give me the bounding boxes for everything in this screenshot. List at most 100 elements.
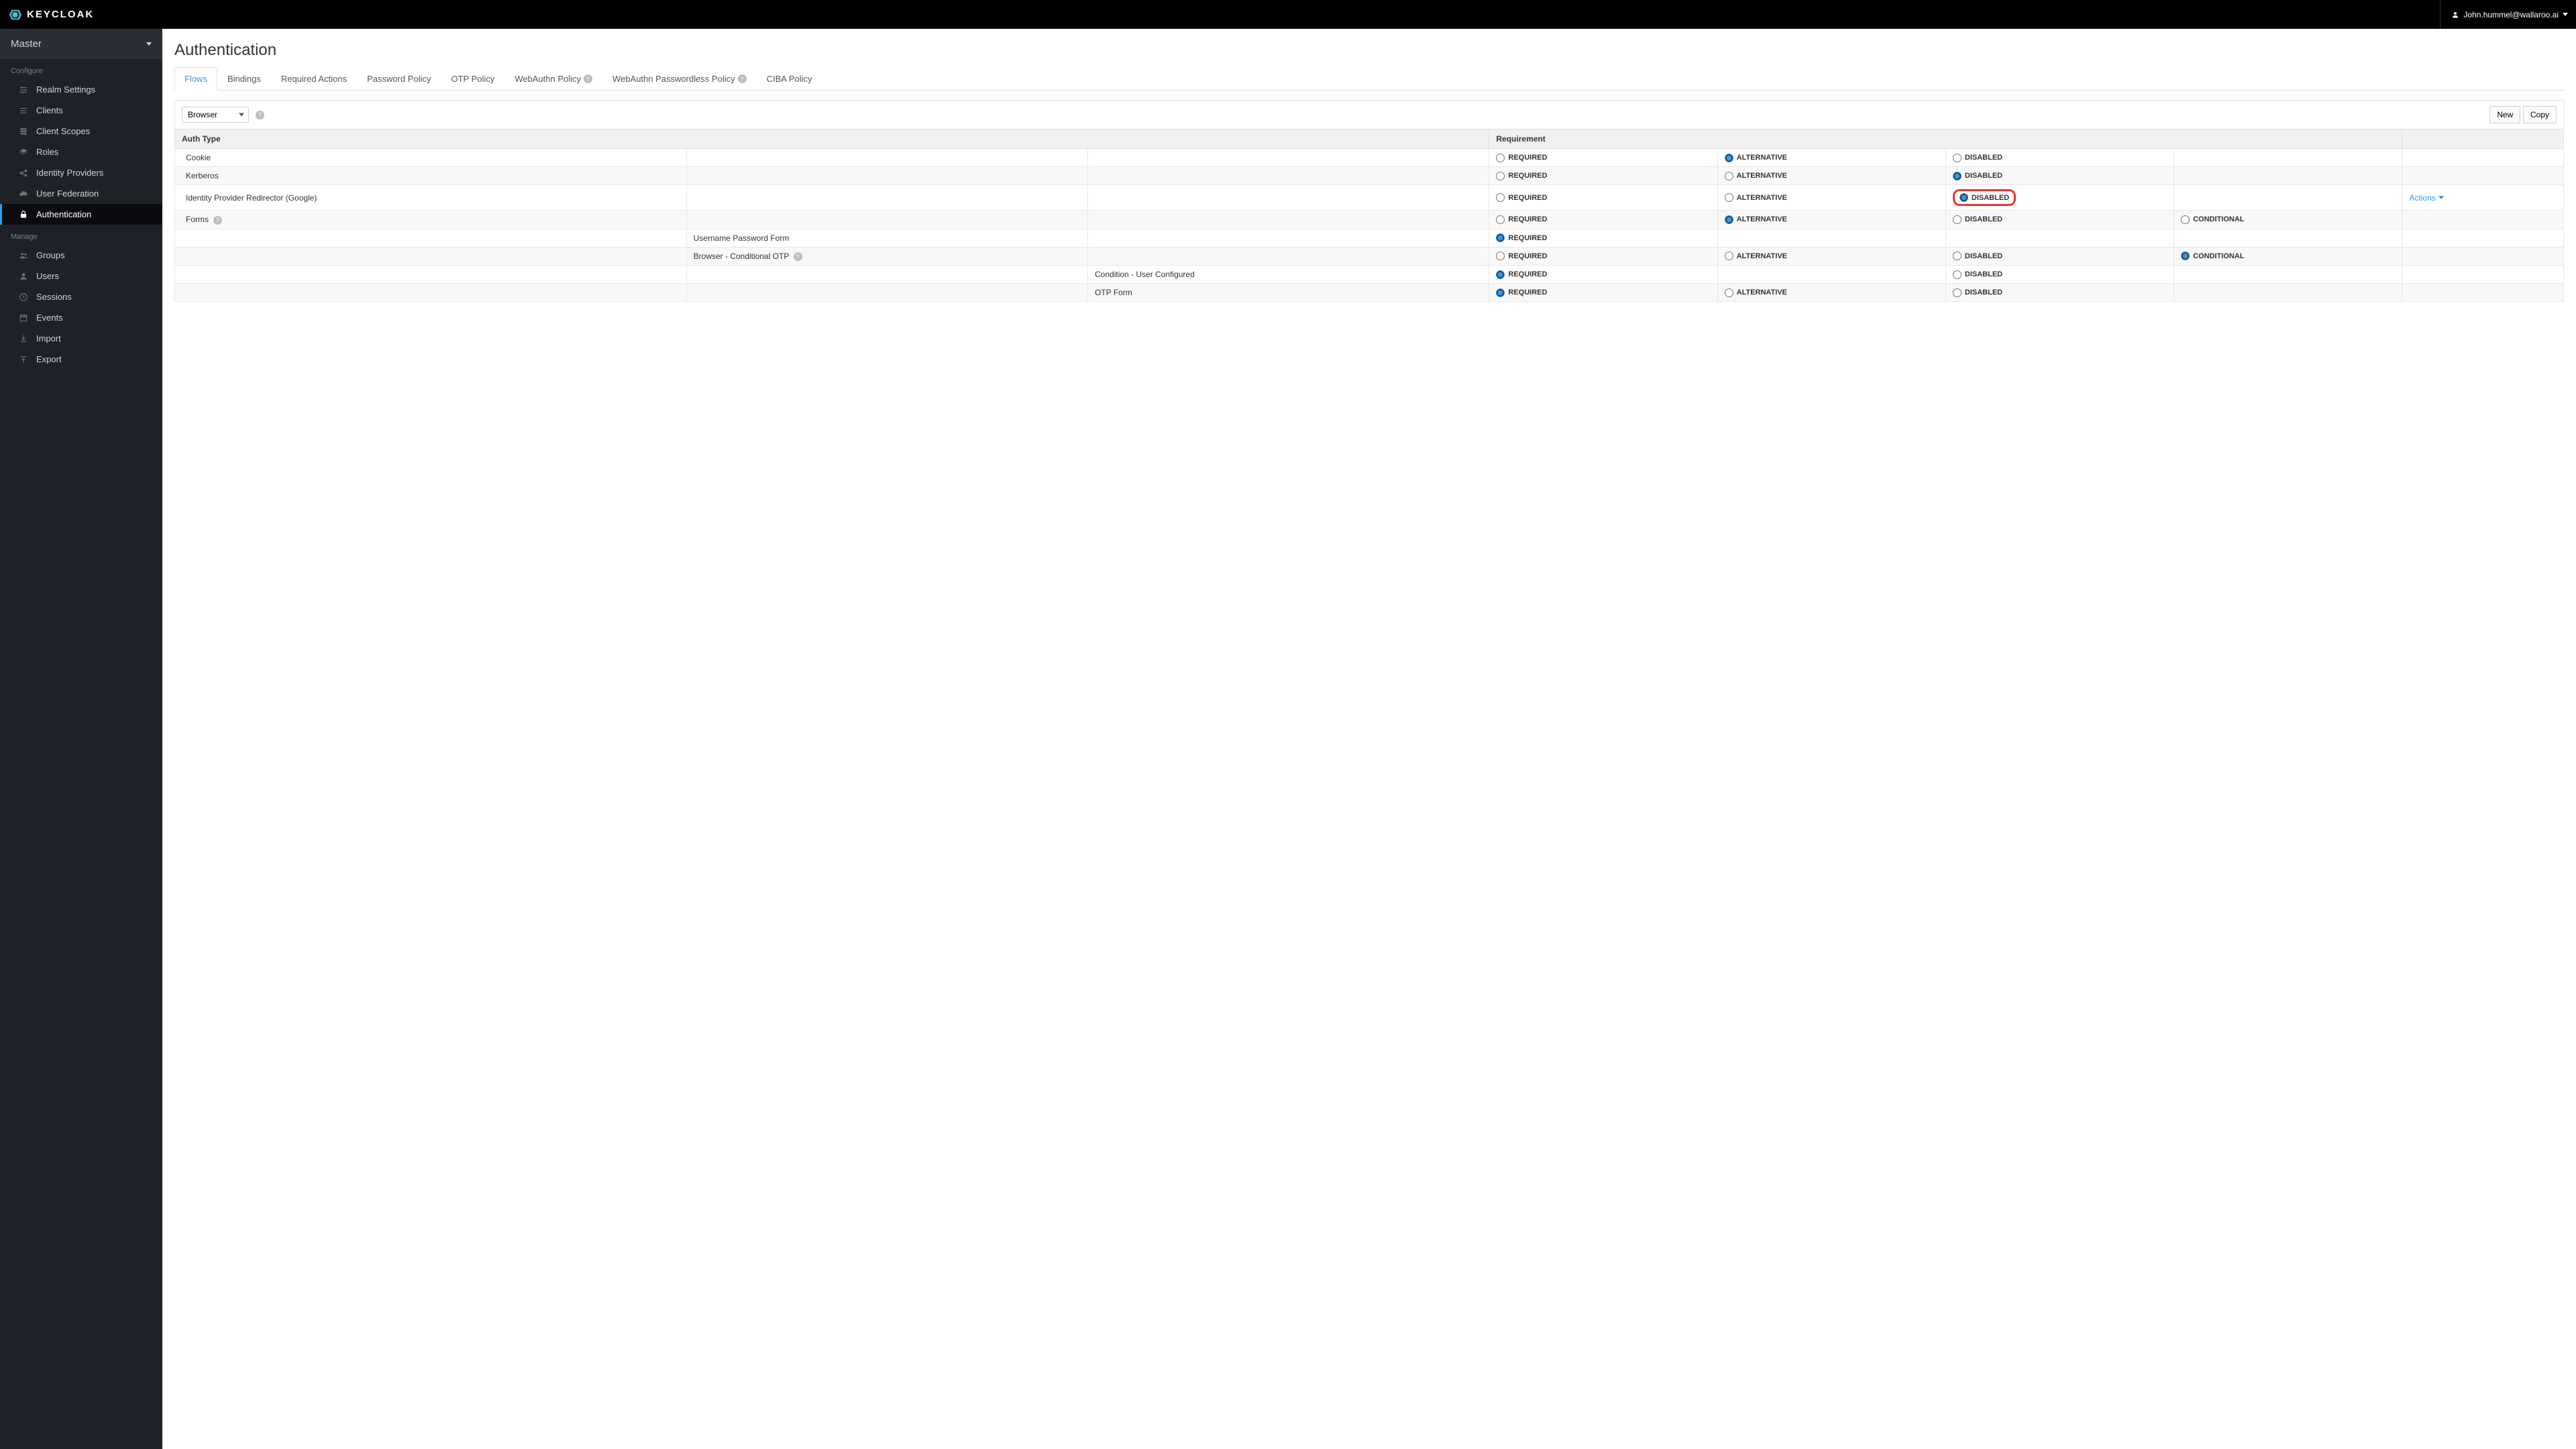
req-cell-conditional <box>2174 229 2402 247</box>
req-radio-alternative[interactable] <box>1725 193 1733 202</box>
sidebar-item-identity-providers[interactable]: Identity Providers <box>0 162 162 183</box>
req-radio-alternative[interactable] <box>1725 215 1733 224</box>
req-option[interactable]: REQUIRED <box>1496 252 1710 260</box>
req-radio-conditional[interactable] <box>2181 252 2190 260</box>
req-radio-disabled[interactable] <box>1953 154 1962 162</box>
req-option[interactable]: ALTERNATIVE <box>1725 215 1939 224</box>
copy-button[interactable]: Copy <box>2523 106 2557 123</box>
req-radio-required[interactable] <box>1496 215 1505 224</box>
req-label: ALTERNATIVE <box>1737 215 1787 223</box>
req-radio-required[interactable] <box>1496 193 1505 202</box>
help-icon[interactable]: ? <box>794 252 802 261</box>
req-radio-disabled[interactable] <box>1953 172 1962 180</box>
sidebar-item-user-federation[interactable]: User Federation <box>0 183 162 204</box>
req-label: REQUIRED <box>1508 154 1547 162</box>
sidebar-item-authentication[interactable]: Authentication <box>0 204 162 225</box>
realm-selector[interactable]: Master <box>0 29 162 59</box>
req-radio-disabled[interactable] <box>1953 288 1962 297</box>
req-label: CONDITIONAL <box>2193 252 2244 260</box>
req-option[interactable]: DISABLED <box>1953 288 2167 297</box>
req-radio-required[interactable] <box>1496 252 1505 260</box>
req-option[interactable]: CONDITIONAL <box>2181 252 2395 260</box>
req-option[interactable]: REQUIRED <box>1496 172 1710 180</box>
req-option[interactable]: CONDITIONAL <box>2181 215 2395 224</box>
req-radio-required[interactable] <box>1496 172 1505 180</box>
req-option[interactable]: ALTERNATIVE <box>1725 252 1939 260</box>
sidebar-item-clients[interactable]: Clients <box>0 100 162 121</box>
flow-name-cell: Cookie <box>175 149 687 167</box>
new-button[interactable]: New <box>2489 106 2520 123</box>
sidebar-item-export[interactable]: Export <box>0 349 162 370</box>
help-icon[interactable]: ? <box>256 111 264 119</box>
req-label: REQUIRED <box>1508 252 1547 260</box>
sidebar-item-users[interactable]: Users <box>0 266 162 286</box>
req-option[interactable]: ALTERNATIVE <box>1725 172 1939 180</box>
user-menu[interactable]: John.hummel@wallaroo.ai <box>2440 0 2568 29</box>
sidebar-item-roles[interactable]: Roles <box>0 142 162 162</box>
req-option[interactable]: DISABLED <box>1960 193 2009 202</box>
sidebar-item-groups[interactable]: Groups <box>0 245 162 266</box>
tab-bindings[interactable]: Bindings <box>217 67 271 91</box>
req-radio-alternative[interactable] <box>1725 252 1733 260</box>
req-radio-disabled[interactable] <box>1953 215 1962 224</box>
help-icon[interactable]: ? <box>213 216 222 225</box>
tab-webauthn-policy[interactable]: WebAuthn Policy ? <box>504 67 602 91</box>
req-radio-required[interactable] <box>1496 233 1505 242</box>
tab-flows[interactable]: Flows <box>174 67 217 91</box>
flow-name-cell <box>686 149 1087 167</box>
tab-ciba-policy[interactable]: CIBA Policy <box>757 67 822 91</box>
req-option[interactable]: REQUIRED <box>1496 288 1710 297</box>
req-option[interactable]: DISABLED <box>1953 270 2167 279</box>
tab-required-actions[interactable]: Required Actions <box>271 67 357 91</box>
flow-select[interactable]: Browser <box>182 107 249 123</box>
req-radio-disabled[interactable] <box>1960 193 1968 202</box>
req-radio-conditional[interactable] <box>2181 215 2190 224</box>
col-requirement: Requirement <box>1489 129 2402 149</box>
req-option[interactable]: REQUIRED <box>1496 193 1710 202</box>
keycloak-logo-icon <box>8 7 23 22</box>
req-option[interactable]: ALTERNATIVE <box>1725 154 1939 162</box>
req-radio-disabled[interactable] <box>1953 252 1962 260</box>
sidebar-item-events[interactable]: Events <box>0 307 162 328</box>
help-icon[interactable]: ? <box>584 74 592 83</box>
req-cell-disabled: DISABLED <box>1945 247 2174 266</box>
actions-menu[interactable]: Actions <box>2409 193 2443 203</box>
flow-name-cell <box>686 185 1087 211</box>
help-icon[interactable]: ? <box>738 74 747 83</box>
sidebar-item-import[interactable]: Import <box>0 328 162 349</box>
req-option[interactable]: REQUIRED <box>1496 270 1710 279</box>
req-option[interactable]: ALTERNATIVE <box>1725 193 1939 202</box>
tab-otp-policy[interactable]: OTP Policy <box>441 67 504 91</box>
req-option[interactable]: REQUIRED <box>1496 215 1710 224</box>
req-label: ALTERNATIVE <box>1737 288 1787 297</box>
req-cell-required: REQUIRED <box>1489 266 1717 284</box>
req-cell-conditional <box>2174 167 2402 185</box>
realm-name: Master <box>11 38 42 50</box>
sidebar-item-sessions[interactable]: Sessions <box>0 286 162 307</box>
req-radio-required[interactable] <box>1496 288 1505 297</box>
req-radio-required[interactable] <box>1496 270 1505 279</box>
calendar-icon <box>19 313 28 323</box>
req-option[interactable]: REQUIRED <box>1496 233 1710 242</box>
req-option[interactable]: DISABLED <box>1953 172 2167 180</box>
sidebar-item-client-scopes[interactable]: Client Scopes <box>0 121 162 142</box>
req-radio-required[interactable] <box>1496 154 1505 162</box>
sidebar-item-realm-settings[interactable]: Realm Settings <box>0 79 162 100</box>
flow-name-cell <box>1088 167 1489 185</box>
flow-row: Identity Provider Redirector (Google)REQ… <box>175 185 2564 211</box>
flow-name: Username Password Form <box>694 233 790 243</box>
req-option[interactable]: ALTERNATIVE <box>1725 288 1939 297</box>
brand-logo[interactable]: KEYCLOAK <box>8 7 94 22</box>
sidebar-item-label: Groups <box>36 250 65 260</box>
tab-webauthn-passwordless[interactable]: WebAuthn Passwordless Policy ? <box>602 67 757 91</box>
req-radio-alternative[interactable] <box>1725 154 1733 162</box>
req-option[interactable]: DISABLED <box>1953 215 2167 224</box>
req-option[interactable]: DISABLED <box>1953 154 2167 162</box>
req-radio-alternative[interactable] <box>1725 288 1733 297</box>
req-option[interactable]: DISABLED <box>1953 252 2167 260</box>
req-radio-alternative[interactable] <box>1725 172 1733 180</box>
req-radio-disabled[interactable] <box>1953 270 1962 279</box>
req-option[interactable]: REQUIRED <box>1496 154 1710 162</box>
tab-password-policy[interactable]: Password Policy <box>357 67 441 91</box>
cloud-icon <box>19 189 28 199</box>
